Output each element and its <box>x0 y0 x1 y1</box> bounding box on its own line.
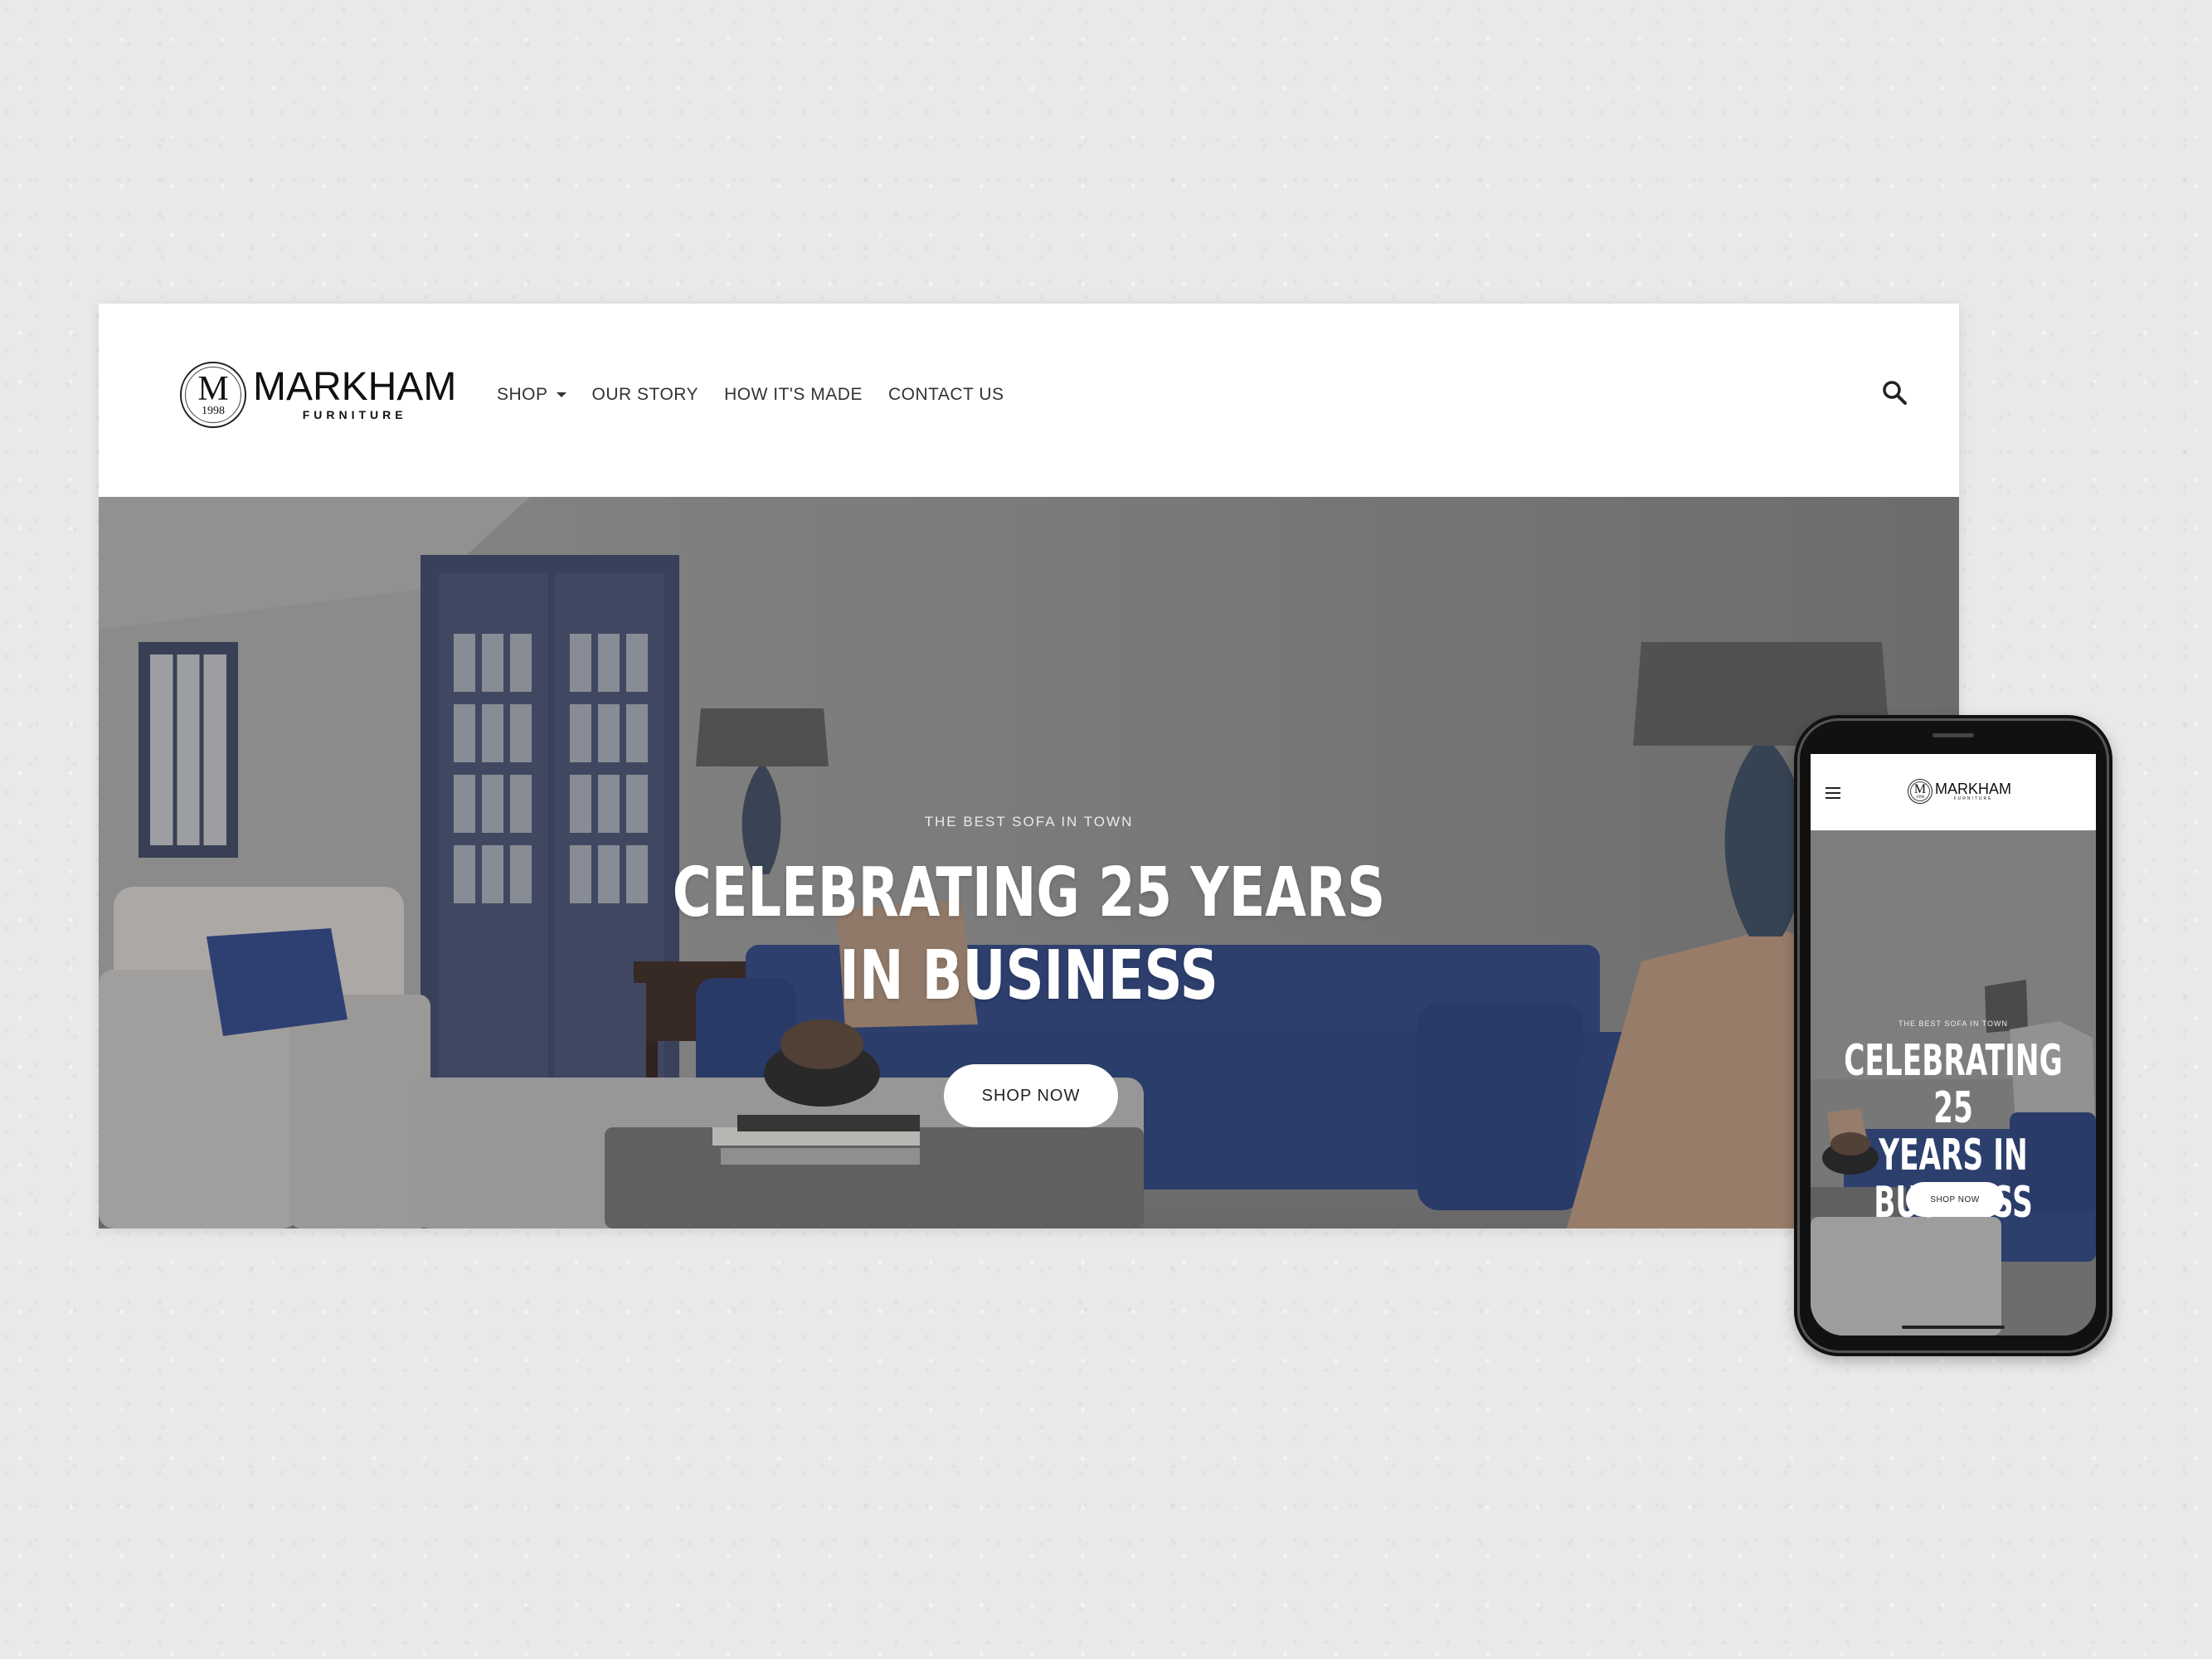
nav-item-label: SHOP <box>497 385 548 404</box>
mobile-headline-line: CELEBRATING 25 <box>1844 1036 2063 1133</box>
hero-headline: CELEBRATING 25 YEARS IN BUSINESS <box>304 852 1755 1018</box>
logo-wordmark: MARKHAM FURNITURE <box>253 365 457 422</box>
mobile-brand-logo[interactable]: M 1998 MARKHAM FURNITURE <box>1908 779 2011 804</box>
shop-now-button[interactable]: SHOP NOW <box>944 1064 1118 1127</box>
mobile-hero-eyebrow: THE BEST SOFA IN TOWN <box>1898 1019 2009 1028</box>
logo-seal: M 1998 <box>180 362 246 428</box>
mobile-headline-line: YEARS IN <box>1879 1131 2028 1180</box>
mobile-hero-banner: THE BEST SOFA IN TOWN CELEBRATING 25 YEA… <box>1811 830 2096 1335</box>
chevron-down-icon <box>556 392 566 397</box>
nav-item-shop[interactable]: SHOP <box>497 385 566 405</box>
nav-item-contact-us[interactable]: CONTACT US <box>888 385 1004 405</box>
nav-item-our-story[interactable]: OUR STORY <box>592 385 699 405</box>
home-indicator <box>1902 1326 2005 1329</box>
logo-seal: M 1998 <box>1908 779 1932 804</box>
phone-mockup: M 1998 MARKHAM FURNITURE THE BEST SOFA I… <box>1794 715 2112 1356</box>
hero-headline-line: IN BUSINESS <box>839 937 1218 1015</box>
main-nav: SHOP OUR STORY HOW IT'S MADE CONTACT US <box>497 385 1030 405</box>
mobile-header: M 1998 MARKHAM FURNITURE <box>1811 754 2096 830</box>
brand-name: MARKHAM <box>1935 781 2012 797</box>
desktop-mockup: M 1998 MARKHAM FURNITURE SHOP OUR STORY … <box>99 304 1959 1228</box>
brand-tagline: FURNITURE <box>302 408 407 421</box>
seal-year: 1998 <box>1916 795 1924 800</box>
phone-speaker <box>1932 733 1974 737</box>
seal-letter: M <box>197 370 229 408</box>
hero-banner: THE BEST SOFA IN TOWN CELEBRATING 25 YEA… <box>99 497 1959 1228</box>
hero-eyebrow: THE BEST SOFA IN TOWN <box>924 814 1134 830</box>
search-icon[interactable] <box>1880 378 1910 408</box>
site-header: M 1998 MARKHAM FURNITURE SHOP OUR STORY … <box>99 304 1959 497</box>
brand-logo[interactable]: M 1998 MARKHAM FURNITURE <box>180 362 456 428</box>
logo-wordmark: MARKHAM FURNITURE <box>1935 781 2011 801</box>
hero-headline-line: CELEBRATING 25 YEARS <box>672 854 1386 932</box>
mobile-shop-now-button[interactable]: SHOP NOW <box>1906 1182 2004 1217</box>
phone-screen: M 1998 MARKHAM FURNITURE THE BEST SOFA I… <box>1811 754 2096 1335</box>
brand-name: MARKHAM <box>253 365 457 409</box>
seal-year: 1998 <box>202 405 225 417</box>
hamburger-menu-icon[interactable] <box>1826 787 1840 799</box>
seal-letter: M <box>1913 782 1927 796</box>
nav-item-how-its-made[interactable]: HOW IT'S MADE <box>724 385 863 405</box>
brand-tagline: FURNITURE <box>1953 796 1993 801</box>
